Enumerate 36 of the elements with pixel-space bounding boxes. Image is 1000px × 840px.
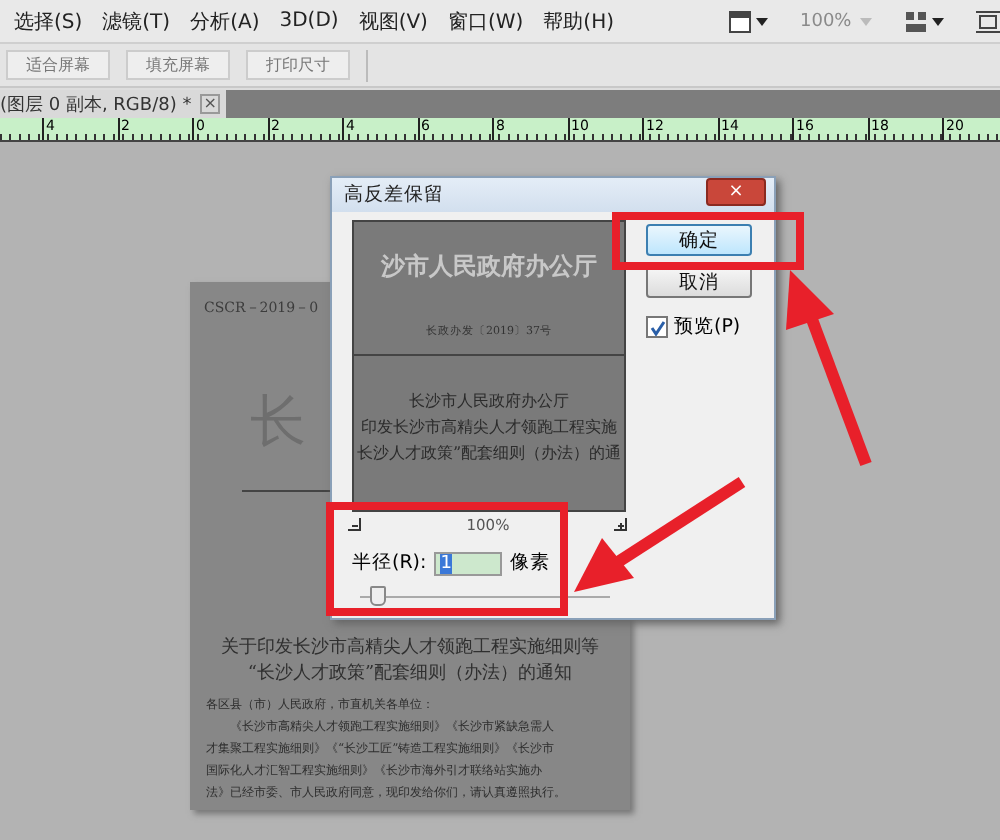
menu-item[interactable]: 视图(V): [348, 7, 438, 35]
checkbox-label: 预览(P): [674, 314, 741, 340]
arrange-icon[interactable]: [903, 9, 928, 33]
caret-icon: [931, 17, 944, 25]
document-heading: “长沙人才政策”配套细则（办法）的通知: [247, 662, 573, 688]
caret-icon: [756, 17, 768, 25]
menu-item[interactable]: 窗口(W): [437, 7, 534, 35]
document-heading: 关于印发长沙市高精尖人才领跑工程实施细则等: [221, 636, 599, 662]
preview-text: 沙市人民政府办公厅: [381, 250, 597, 284]
close-button[interactable]: ×: [199, 94, 221, 114]
zoom-out-icon[interactable]: [348, 518, 362, 532]
tab-title: (图层 0 副本, RGB/8) *: [0, 93, 192, 117]
preview-text: 长沙人才政策”配套细则（办法）的通: [356, 442, 622, 466]
ok-button[interactable]: 确定: [646, 224, 752, 256]
caret-icon: [859, 17, 872, 25]
unit-label: 像素: [510, 550, 551, 576]
preview-text: 印发长沙市高精尖人才领跑工程实施: [361, 416, 617, 440]
document-tab[interactable]: (图层 0 副本, RGB/8) * ×: [0, 90, 227, 118]
option-button[interactable]: 填充屏幕: [126, 50, 230, 80]
slider-thumb[interactable]: [370, 586, 386, 606]
close-button[interactable]: ×: [706, 178, 766, 206]
screen-icon[interactable]: [975, 9, 1000, 33]
menu-item[interactable]: 帮助(H): [533, 7, 624, 35]
option-button[interactable]: 打印尺寸: [246, 50, 350, 80]
screen-mode-icon[interactable]: [728, 9, 752, 33]
menu-item[interactable]: 分析(A): [180, 7, 270, 35]
radius-label: 半径(R):: [352, 550, 427, 576]
zoom-in-icon[interactable]: [613, 518, 628, 532]
preview-text: 长沙市人民政府办公厅: [409, 390, 569, 414]
menu-item[interactable]: 选择(S): [4, 7, 93, 35]
option-button[interactable]: 适合屏幕: [6, 50, 110, 80]
menu-item[interactable]: 滤镜(T): [92, 7, 181, 35]
preview-checkbox[interactable]: [646, 316, 668, 338]
dialog-title: 高反差保留: [344, 182, 444, 208]
radius-field[interactable]: 1: [434, 551, 503, 575]
menu-item[interactable]: 3D(D): [269, 10, 349, 32]
